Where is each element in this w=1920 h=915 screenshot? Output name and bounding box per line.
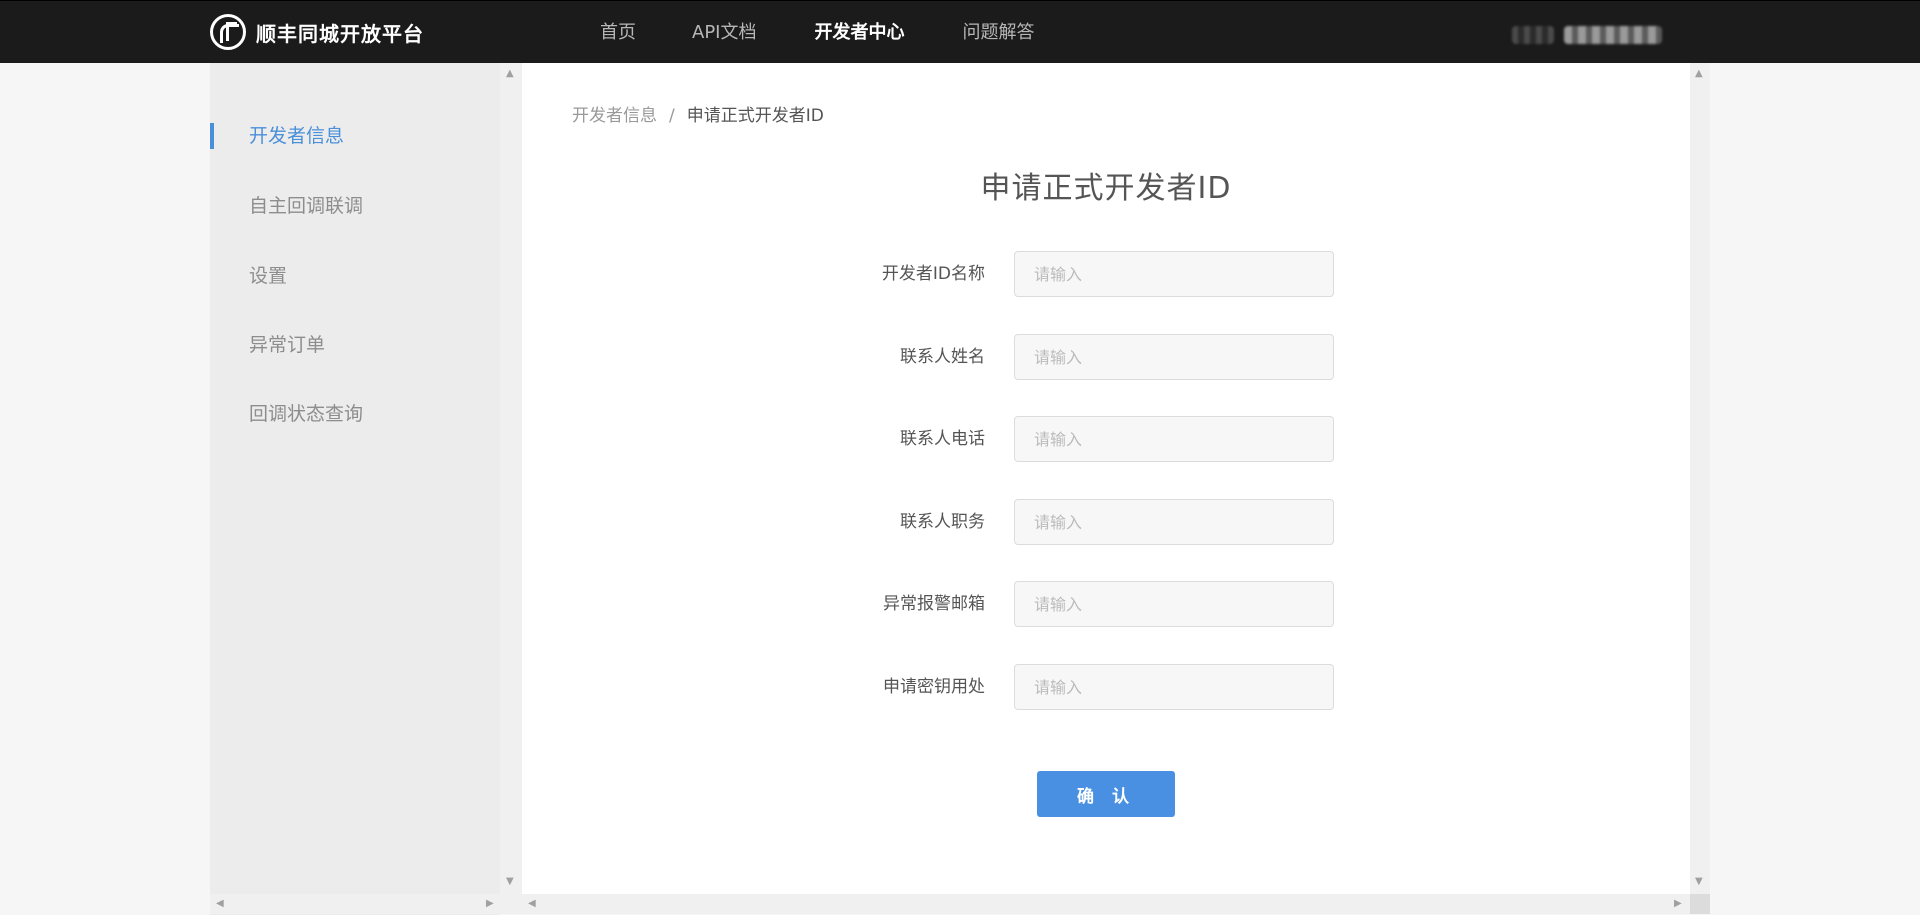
contact-name-label: 联系人姓名 (900, 347, 985, 367)
scroll-right-arrow-icon[interactable]: ▶ (486, 899, 494, 909)
brand[interactable]: 顺丰同城开放平台 (210, 13, 424, 51)
scroll-left-arrow-icon[interactable]: ◀ (528, 899, 536, 909)
sidebar-item-callback-debug[interactable]: 自主回调联调 (210, 191, 500, 221)
scroll-right-arrow-icon[interactable]: ▶ (1674, 899, 1682, 909)
key-usage-input[interactable] (1014, 664, 1334, 710)
confirm-button[interactable]: 确 认 (1037, 771, 1175, 817)
form-row-key-usage: 申请密钥用处 (522, 664, 1690, 710)
form-row-developer-id-name: 开发者ID名称 (522, 251, 1690, 297)
scrollbar-corner (1690, 894, 1710, 914)
scroll-left-arrow-icon[interactable]: ◀ (216, 899, 224, 909)
username-redacted (1564, 26, 1662, 44)
brand-name: 顺丰同城开放平台 (256, 21, 424, 46)
contact-name-input[interactable] (1014, 334, 1334, 380)
sf-logo-icon (210, 14, 246, 50)
sidebar: 开发者信息 自主回调联调 设置 异常订单 回调状态查询 (210, 63, 500, 915)
scroll-up-arrow-icon[interactable]: ▲ (506, 69, 514, 79)
scroll-up-arrow-icon[interactable]: ▲ (1695, 69, 1703, 79)
sidebar-item-developer-info[interactable]: 开发者信息 (210, 121, 500, 151)
nav-item-faq[interactable]: 问题解答 (962, 1, 1034, 64)
contact-title-label: 联系人职务 (900, 512, 985, 532)
form-row-contact-name: 联系人姓名 (522, 334, 1690, 380)
developer-id-name-input[interactable] (1014, 251, 1334, 297)
main-nav: 首页 API文档 开发者中心 问题解答 (600, 1, 1092, 64)
scroll-down-arrow-icon[interactable]: ▼ (506, 877, 514, 887)
sidebar-item-abnormal-orders[interactable]: 异常订单 (210, 330, 500, 360)
key-usage-label: 申请密钥用处 (883, 677, 985, 697)
avatar (1512, 26, 1554, 44)
alert-email-label: 异常报警邮箱 (883, 594, 985, 614)
scroll-down-arrow-icon[interactable]: ▼ (1695, 877, 1703, 887)
contact-phone-input[interactable] (1014, 416, 1334, 462)
form-row-contact-title: 联系人职务 (522, 499, 1690, 545)
sidebar-vertical-scrollbar[interactable]: ▲ ▼ (500, 63, 522, 894)
sidebar-item-callback-status[interactable]: 回调状态查询 (210, 399, 500, 429)
page-title: 申请正式开发者ID (980, 171, 1232, 206)
breadcrumb-separator: / (669, 106, 675, 126)
form-row-alert-email: 异常报警邮箱 (522, 581, 1690, 627)
main-horizontal-scrollbar[interactable]: ◀ ▶ (522, 894, 1690, 914)
form-row-contact-phone: 联系人电话 (522, 416, 1690, 462)
contact-phone-label: 联系人电话 (900, 429, 985, 449)
breadcrumb: 开发者信息 / 申请正式开发者ID (572, 101, 824, 126)
breadcrumb-current: 申请正式开发者ID (686, 106, 824, 126)
sidebar-horizontal-scrollbar[interactable]: ◀ ▶ (210, 894, 522, 914)
main-vertical-scrollbar[interactable]: ▲ ▼ (1690, 63, 1710, 894)
breadcrumb-parent[interactable]: 开发者信息 (572, 106, 657, 126)
top-nav-bar: 顺丰同城开放平台 首页 API文档 开发者中心 问题解答 (0, 0, 1920, 63)
alert-email-input[interactable] (1014, 581, 1334, 627)
sidebar-item-settings[interactable]: 设置 (210, 261, 500, 291)
nav-item-home[interactable]: 首页 (600, 1, 636, 64)
user-account[interactable] (1512, 21, 1692, 49)
developer-id-name-label: 开发者ID名称 (881, 264, 985, 284)
main-content: 开发者信息/申请正式开发者ID 申请正式开发者ID 开发者ID名称 联系人姓名 … (522, 63, 1690, 894)
nav-item-developer-center[interactable]: 开发者中心 (814, 1, 904, 64)
nav-item-api-docs[interactable]: API文档 (692, 1, 756, 64)
contact-title-input[interactable] (1014, 499, 1334, 545)
